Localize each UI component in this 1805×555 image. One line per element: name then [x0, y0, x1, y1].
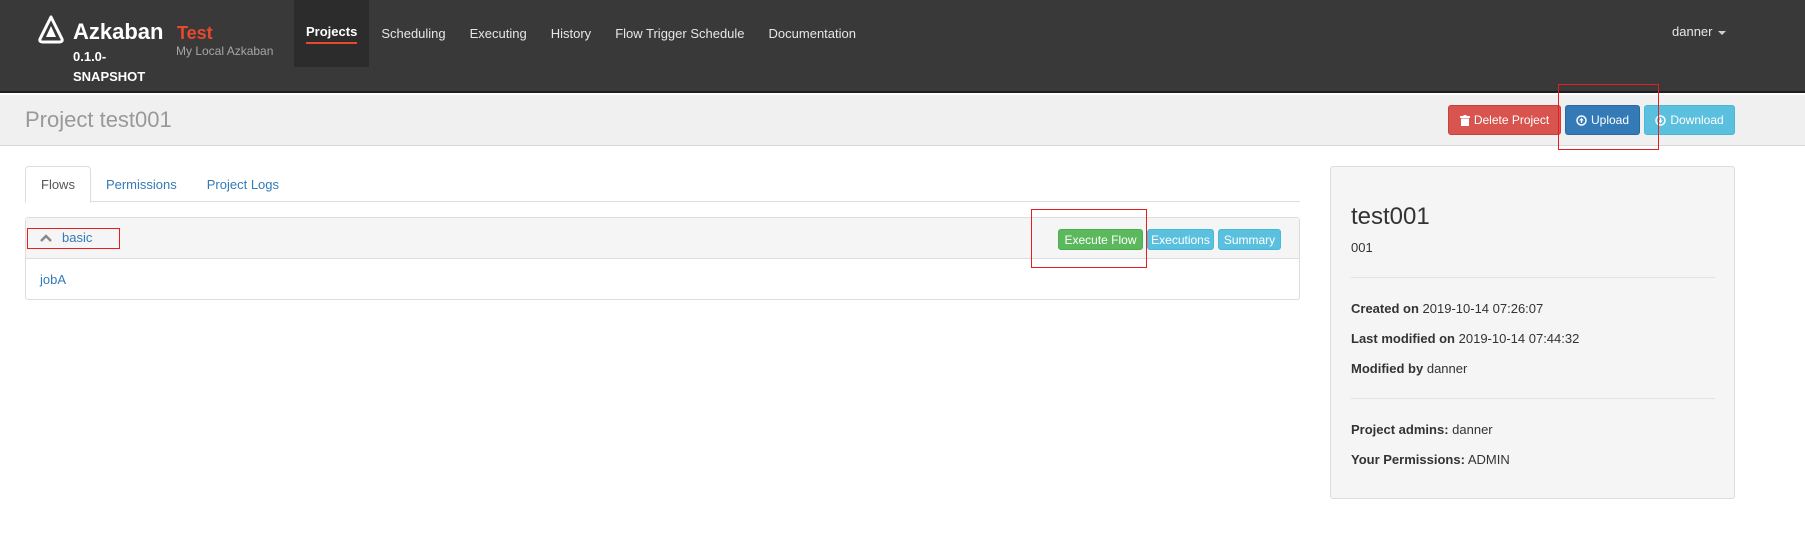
- download-button[interactable]: Download: [1644, 105, 1735, 135]
- nav-scheduling[interactable]: Scheduling: [369, 0, 457, 67]
- flow-name-link[interactable]: basic: [62, 230, 92, 245]
- environment-description: My Local Azkaban: [176, 44, 274, 58]
- tab-permissions[interactable]: Permissions: [91, 166, 192, 202]
- admins-value: danner: [1452, 422, 1493, 437]
- azkaban-logo-icon: [38, 15, 64, 44]
- trash-icon: [1459, 114, 1470, 126]
- modified-value: 2019-10-14 07:44:32: [1458, 331, 1580, 346]
- project-tabs: Flows Permissions Project Logs: [25, 166, 1300, 203]
- brand-version: 0.1.0-SNAPSHOT: [73, 49, 146, 84]
- execute-flow-button[interactable]: Execute Flow: [1058, 229, 1143, 250]
- user-menu[interactable]: danner: [1672, 24, 1727, 39]
- nav-scheduling-label: Scheduling: [381, 26, 446, 41]
- nav-executing[interactable]: Executing: [458, 0, 539, 67]
- admins-row: Project admins: danner: [1351, 422, 1493, 437]
- nav-history[interactable]: History: [539, 0, 603, 67]
- project-info-panel: test001 001 Created on 2019-10-14 07:26:…: [1330, 166, 1735, 499]
- download-label: Download: [1670, 113, 1724, 127]
- caret-down-icon: [1718, 30, 1727, 35]
- executions-button[interactable]: Executions: [1147, 229, 1214, 250]
- brand-name: Azkaban: [73, 19, 164, 44]
- upload-label: Upload: [1590, 113, 1630, 127]
- flow-panel: basic Execute Flow Executions Summary jo…: [25, 217, 1300, 300]
- modified-by-row: Modified by danner: [1351, 361, 1467, 376]
- nav-flow-trigger-schedule-label: Flow Trigger Schedule: [615, 26, 745, 41]
- divider: [1351, 277, 1715, 278]
- tab-flows[interactable]: Flows: [25, 166, 91, 203]
- created-label: Created on: [1351, 301, 1419, 316]
- user-name: danner: [1672, 24, 1713, 39]
- main-nav: Projects Scheduling Executing History Fl…: [294, 0, 868, 67]
- permissions-label: Your Permissions:: [1351, 452, 1465, 467]
- tab-project-logs[interactable]: Project Logs: [192, 166, 294, 202]
- modified-by-value: danner: [1426, 361, 1468, 376]
- project-description: 001: [1351, 240, 1373, 255]
- flow-panel-header: basic Execute Flow Executions Summary: [26, 218, 1299, 259]
- nav-projects[interactable]: Projects: [294, 0, 370, 67]
- project-header: Project test001 Delete Project Upload Do…: [0, 95, 1805, 146]
- created-row: Created on 2019-10-14 07:26:07: [1351, 301, 1543, 316]
- nav-history-label: History: [550, 26, 592, 41]
- modified-label: Last modified on: [1351, 331, 1455, 346]
- delete-project-button[interactable]: Delete Project: [1448, 105, 1561, 135]
- admins-label: Project admins:: [1351, 422, 1449, 437]
- project-name: test001: [1351, 203, 1430, 230]
- modified-by-label: Modified by: [1351, 361, 1424, 376]
- page-title: Project test001: [25, 107, 172, 132]
- download-circle-icon: [1655, 114, 1667, 126]
- delete-project-label: Delete Project: [1473, 113, 1550, 127]
- permissions-value: ADMIN: [1467, 452, 1510, 467]
- divider: [1351, 398, 1715, 399]
- nav-projects-label: Projects: [306, 24, 358, 44]
- upload-circle-icon: [1576, 114, 1587, 126]
- flow-toggle[interactable]: basic: [40, 230, 92, 245]
- job-link[interactable]: jobA: [40, 272, 66, 287]
- upload-button[interactable]: Upload: [1565, 105, 1640, 135]
- chevron-up-icon: [40, 233, 52, 242]
- nav-documentation[interactable]: Documentation: [757, 0, 868, 67]
- permissions-row: Your Permissions: ADMIN: [1351, 452, 1510, 467]
- top-navbar: Azkaban 0.1.0-SNAPSHOT Test My Local Azk…: [0, 0, 1805, 93]
- created-value: 2019-10-14 07:26:07: [1422, 301, 1544, 316]
- nav-flow-trigger-schedule[interactable]: Flow Trigger Schedule: [603, 0, 756, 67]
- nav-documentation-label: Documentation: [768, 26, 856, 41]
- environment-name: Test: [177, 23, 213, 43]
- summary-button[interactable]: Summary: [1218, 229, 1281, 250]
- modified-row: Last modified on 2019-10-14 07:44:32: [1351, 331, 1579, 346]
- nav-executing-label: Executing: [469, 26, 527, 41]
